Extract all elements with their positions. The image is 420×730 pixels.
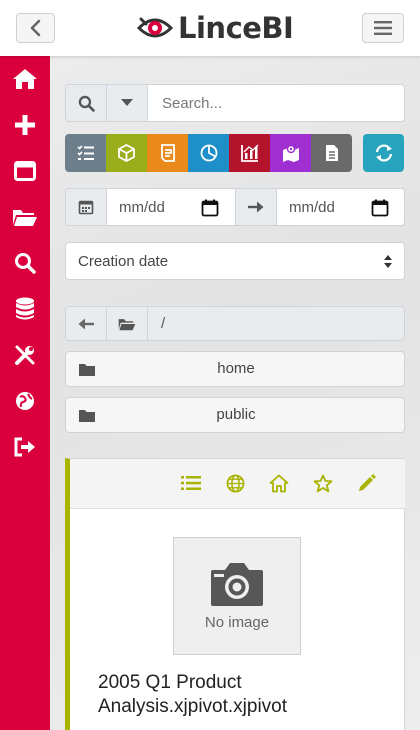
back-button[interactable] [16,13,55,43]
card-home-button[interactable] [266,470,292,496]
filter-pie-button[interactable] [188,134,229,172]
folder-row[interactable]: public [65,397,405,433]
pencil-icon [359,474,376,491]
sidebar-item-tools[interactable] [0,335,50,375]
date-to-input[interactable]: mm/dd [276,188,405,226]
card-favorite-button[interactable] [310,470,336,496]
no-image-label: No image [204,614,270,631]
sidebar-item-browse[interactable] [0,197,50,237]
hamburger-icon [374,21,392,35]
chevron-left-icon [30,19,40,37]
breadcrumb: / [65,306,405,341]
folder-name: home [217,360,255,377]
path-back-button[interactable] [66,307,107,340]
current-path: / [161,315,166,332]
sort-select[interactable]: Creation date [65,242,405,280]
home-icon [13,69,37,89]
plus-icon [15,115,35,135]
date-from-input[interactable]: mm/dd [106,188,236,226]
file-browser-panel: Search... mm/dd mm/dd Creation date / ho… [50,56,420,730]
brand-logo[interactable]: LinceBI [137,10,294,46]
sidebar-item-window[interactable] [0,151,50,191]
globe-icon [226,474,244,492]
list-check-icon [76,145,94,160]
tools-icon [15,345,35,365]
date-from-placeholder: mm/dd [119,198,165,216]
search-placeholder: Search... [162,94,223,112]
database-icon [16,297,34,320]
filter-document-button[interactable] [311,134,352,172]
caret-down-icon [121,99,133,106]
card-details-button[interactable] [178,470,204,496]
search-input[interactable]: Search... [147,84,405,122]
path-folder-button[interactable] [107,307,148,340]
lince-eye-icon [137,17,173,38]
sidebar-item-logout[interactable] [0,427,50,467]
sidebar-item-home[interactable] [0,59,50,99]
sort-selected-value: Creation date [78,252,169,270]
filter-chart-button[interactable] [229,134,270,172]
top-navbar: LinceBI [0,0,420,56]
menu-toggle-button[interactable] [362,13,404,43]
folder-open-icon [118,318,136,330]
card-toolbar [70,459,405,509]
filter-list-button[interactable] [65,134,106,172]
calendar-picker-icon[interactable] [371,199,389,217]
folder-name: public [216,406,256,423]
filter-cube-button[interactable] [106,134,147,172]
folder-open-icon [13,210,37,226]
home-outline-icon [269,474,289,492]
date-range-arrow [235,188,277,226]
sidebar-item-globe[interactable] [0,381,50,421]
bar-chart-icon [240,144,258,162]
brand-name: LinceBI [178,11,294,45]
calendar-picker-icon[interactable] [201,199,219,217]
document-icon [325,145,338,161]
arrow-left-icon [78,318,94,329]
sidebar-item-search[interactable] [0,243,50,283]
list-icon [181,476,201,490]
map-icon [282,144,299,162]
folder-row[interactable]: home [65,351,405,387]
card-share-button[interactable] [222,470,248,496]
sidebar-item-database[interactable] [0,289,50,329]
arrow-right-icon [248,201,264,213]
calendar-icon [78,200,94,215]
sidebar [0,56,50,730]
card-edit-button[interactable] [354,470,380,496]
filter-report-button[interactable] [147,134,188,172]
sign-out-icon [14,437,35,457]
window-icon [14,161,36,181]
star-icon [313,474,333,492]
sidebar-item-new[interactable] [0,105,50,145]
camera-icon [211,563,263,606]
filter-map-button[interactable] [270,134,311,172]
cube-icon [118,144,135,162]
search-icon [78,95,95,112]
select-arrows-icon [384,255,392,268]
date-to-placeholder: mm/dd [289,198,335,216]
globe-icon [16,392,34,410]
file-name: 2005 Q1 Product Analysis.xjpivot.xjpivot [98,672,288,717]
pie-chart-icon [200,144,217,162]
report-icon [160,144,175,162]
search-icon [15,253,36,274]
file-card[interactable]: No image 2005 Q1 Product Analysis.xjpivo… [65,458,405,730]
refresh-icon [375,144,392,162]
thumbnail-placeholder: No image [173,537,301,655]
search-button[interactable] [65,84,107,122]
search-options-dropdown[interactable] [106,84,148,122]
refresh-button[interactable] [363,134,404,172]
calendar-addon [65,188,107,226]
